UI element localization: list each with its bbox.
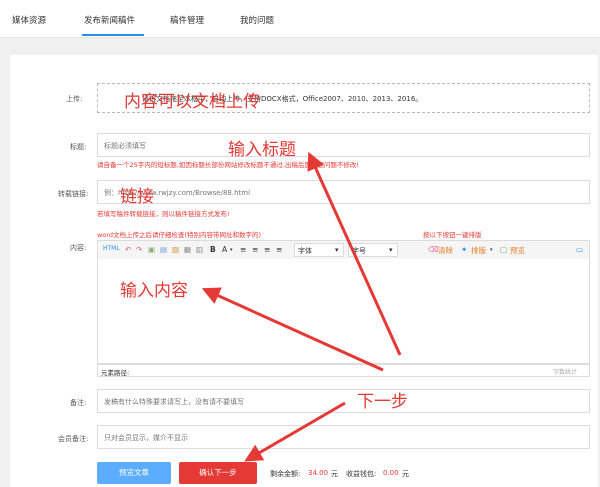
justify-icon[interactable]: ≡ xyxy=(276,245,282,254)
size-select-arrow-icon: ▾ xyxy=(389,246,393,254)
layout-dropdown-icon[interactable]: ▾ xyxy=(490,247,493,253)
wallet-unit: 元 xyxy=(402,470,409,478)
content-hint-right: 按以下按钮一键排版 xyxy=(423,231,482,239)
redo-icon[interactable]: ↷ xyxy=(136,245,142,254)
attachment-icon[interactable]: ▦ xyxy=(184,245,191,254)
confirm-next-button[interactable]: 确认下一步 xyxy=(179,462,257,484)
tab-manuscript-management[interactable]: 稿件管理 xyxy=(170,14,204,26)
image-icon[interactable]: ▧ xyxy=(172,245,179,254)
annotation-next: 下一步 xyxy=(357,392,408,412)
editor-statusbar: 元素路径: 字数统计 xyxy=(97,364,590,377)
link-input[interactable]: 例：http://www.rwjzy.com/Browse/88.html xyxy=(97,180,590,204)
layout-icon[interactable]: ✦ xyxy=(461,245,467,254)
font-color-icon[interactable]: A xyxy=(222,245,227,254)
font-color-dropdown-icon[interactable]: ▾ xyxy=(230,247,233,253)
top-nav: 媒体资源 发布新闻稿件 稿件管理 我的问题 xyxy=(0,0,600,38)
editor-toolbar: HTML ↶ ↷ ▣ ▤ ▧ ▦ ▥ B A ▾ ≡ ≡ ≡ ≡ 字体 ▾ 字号… xyxy=(97,240,590,260)
title-hint: 请自备一个25字内的短标题,如因标题长部份网站修改标题不通过,出稿后因标题问题不… xyxy=(97,161,360,169)
undo-icon[interactable]: ↶ xyxy=(125,245,131,254)
balance-label: 剩余金额: xyxy=(270,470,301,478)
align-center-icon[interactable]: ≡ xyxy=(252,245,258,254)
word-count: 字数统计 xyxy=(553,369,578,376)
media-icon[interactable]: ▥ xyxy=(196,245,203,254)
title-input[interactable]: 标题必须填写 xyxy=(97,133,590,157)
paste-icon[interactable]: ▣ xyxy=(148,245,155,254)
member-remark-placeholder: 只对会员显示，媒介不显示 xyxy=(104,434,188,442)
font-select-arrow-icon: ▾ xyxy=(335,246,339,254)
link-hint: 若填写稿件转载链接，则以稿件链接方式发布! xyxy=(97,210,230,218)
font-family-select[interactable]: 字体 ▾ xyxy=(294,243,344,257)
remark-input[interactable]: 发稿有什么特殊要求请写上，没有请不要填写 xyxy=(97,389,590,413)
remark-placeholder: 发稿有什么特殊要求请写上，没有请不要填写 xyxy=(104,398,244,406)
title-label: 标题: xyxy=(70,143,87,151)
upload-label: 上传: xyxy=(66,95,83,103)
balance-unit: 元 xyxy=(331,470,338,478)
member-remark-label: 会员备注: xyxy=(58,435,89,443)
tab-media-resources[interactable]: 媒体资源 xyxy=(12,14,46,26)
wallet-value: 0.00 xyxy=(383,469,399,477)
content-hint-left: word文档上传之后请仔细检查(特别内容带网址和数字的) xyxy=(97,231,262,239)
content-editor[interactable] xyxy=(97,259,590,364)
annotation-link: 链接 xyxy=(120,187,154,207)
member-remark-input[interactable]: 只对会员显示，媒介不显示 xyxy=(97,425,590,449)
annotation-title: 输入标题 xyxy=(228,140,296,160)
fullscreen-icon[interactable]: ▭ xyxy=(576,245,583,254)
align-left-icon[interactable]: ≡ xyxy=(240,245,246,254)
preview-icon[interactable]: ▢ xyxy=(500,245,507,254)
tab-publish-news[interactable]: 发布新闻稿件 xyxy=(84,14,135,26)
html-source-icon[interactable]: HTML xyxy=(103,245,120,252)
annotation-upload: 内容可以文档上传 xyxy=(124,92,260,112)
table-icon[interactable]: ▤ xyxy=(160,245,167,254)
annotation-content: 输入内容 xyxy=(120,281,188,301)
preview-article-button[interactable]: 预览文章 xyxy=(97,462,171,484)
font-size-select[interactable]: 字号 ▾ xyxy=(348,243,398,257)
font-size-value: 字号 xyxy=(352,247,366,255)
remark-label: 备注: xyxy=(70,399,87,407)
clear-format-button[interactable]: 清除 xyxy=(438,245,453,256)
link-label: 转载链接: xyxy=(58,190,89,198)
tab-my-questions[interactable]: 我的问题 xyxy=(240,14,274,26)
element-path-label: 元素路径: xyxy=(101,369,130,377)
balance-value: 34.00 xyxy=(308,469,329,477)
title-placeholder: 标题必须填写 xyxy=(104,142,146,150)
align-right-icon[interactable]: ≡ xyxy=(264,245,270,254)
editor-preview-button[interactable]: 预览 xyxy=(510,245,525,256)
active-tab-indicator xyxy=(82,34,144,36)
bold-icon[interactable]: B xyxy=(210,245,216,254)
auto-layout-button[interactable]: 排版 xyxy=(471,245,486,256)
font-family-value: 字体 xyxy=(298,247,312,255)
content-label: 内容: xyxy=(70,244,87,252)
wallet-label: 收益钱包: xyxy=(346,470,377,478)
